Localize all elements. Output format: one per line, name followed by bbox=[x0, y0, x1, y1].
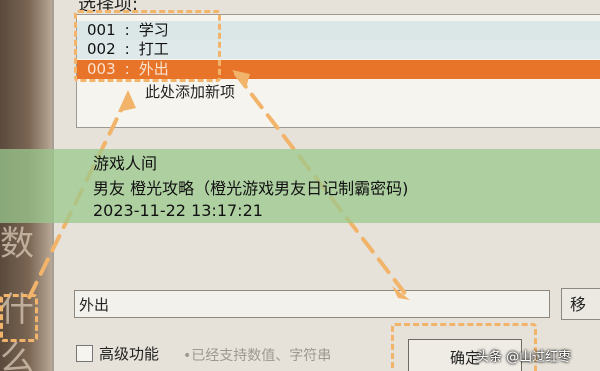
watermark-text: 头条 @山过红枣 bbox=[476, 350, 572, 365]
caption-band: 游戏人间 男友 橙光攻略（橙光游戏男友日记制霸密码) 2023-11-22 13… bbox=[0, 149, 600, 223]
screenshot-stage: 数 什么 选择项: 001: 学习 002: 打工 003: 外出 此处添加新项 外出… bbox=[0, 0, 600, 371]
caption-timestamp: 2023-11-22 13:17:21 bbox=[93, 201, 263, 220]
arrowhead-icon bbox=[232, 70, 250, 88]
arrowhead-icon bbox=[118, 90, 136, 112]
caption-subtitle: 男友 橙光攻略（橙光游戏男友日记制霸密码) bbox=[93, 179, 409, 198]
caption-title: 游戏人间 bbox=[93, 154, 158, 173]
